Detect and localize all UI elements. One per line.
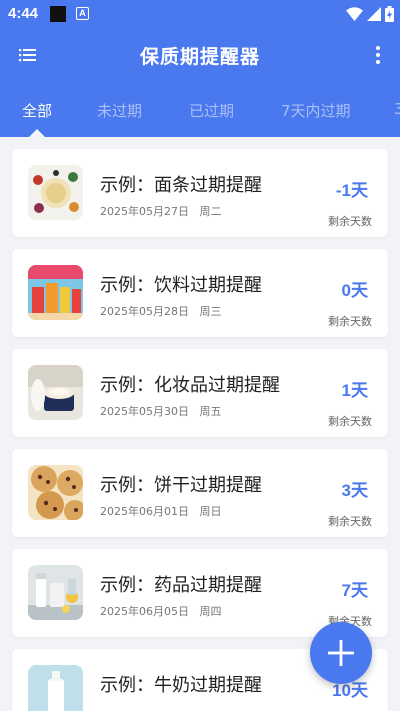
notification-square-icon — [50, 6, 66, 22]
battery-charging-icon — [385, 6, 394, 22]
item-date: 2025年06月01日 周日 — [100, 505, 222, 518]
list-item[interactable]: 示例：面条过期提醒 2025年05月27日 周二 -1天 剩余天数 — [12, 149, 388, 237]
list-item[interactable]: 示例：化妆品过期提醒 2025年05月30日 周五 1天 剩余天数 — [12, 349, 388, 437]
plus-icon — [328, 640, 354, 666]
medicine-image — [28, 565, 83, 620]
days-remaining: 3天 — [341, 481, 368, 500]
app-bar: 保质期提醒器 — [0, 28, 400, 82]
tab-all[interactable]: 全部 — [22, 100, 52, 121]
cosmetics-image — [28, 365, 83, 420]
cellular-signal-icon — [367, 7, 381, 21]
tab-expire-in-7-days[interactable]: 7天内过期 — [281, 100, 351, 121]
days-remaining: 7天 — [341, 581, 368, 600]
item-date: 2025年05月27日 周二 — [100, 205, 222, 218]
app-title: 保质期提醒器 — [139, 46, 260, 68]
add-reminder-button[interactable] — [310, 622, 372, 684]
days-remaining: 0天 — [341, 281, 368, 300]
days-remaining-label: 剩余天数 — [328, 515, 372, 528]
days-remaining-label: 剩余天数 — [328, 215, 372, 228]
tab-bar: 全部 未过期 已过期 7天内过期 3 — [0, 82, 400, 137]
item-title: 示例：面条过期提醒 — [100, 175, 262, 196]
item-title: 示例：化妆品过期提醒 — [100, 375, 280, 396]
list-item[interactable]: 示例：饮料过期提醒 2025年05月28日 周三 0天 剩余天数 — [12, 249, 388, 337]
wifi-icon — [346, 7, 363, 21]
active-tab-indicator — [29, 129, 45, 137]
tab-expired[interactable]: 已过期 — [189, 100, 234, 121]
tab-more[interactable]: 3 — [394, 100, 400, 118]
days-remaining-label: 剩余天数 — [328, 415, 372, 428]
drinks-image — [28, 265, 83, 320]
item-date: 2025年05月30日 周五 — [100, 405, 222, 418]
days-remaining: 1天 — [341, 381, 368, 400]
item-title: 示例：饼干过期提醒 — [100, 475, 262, 496]
item-title: 示例：牛奶过期提醒 — [100, 675, 262, 696]
milk-image — [28, 665, 83, 711]
more-vertical-icon[interactable] — [370, 42, 386, 68]
days-remaining-label: 剩余天数 — [328, 315, 372, 328]
tab-not-expired[interactable]: 未过期 — [97, 100, 142, 121]
item-title: 示例：饮料过期提醒 — [100, 275, 262, 296]
list-item[interactable]: 示例：饼干过期提醒 2025年06月01日 周日 3天 剩余天数 — [12, 449, 388, 537]
days-remaining: -1天 — [335, 181, 368, 200]
status-bar: 4:44 A — [0, 0, 400, 28]
noodles-image — [28, 165, 83, 220]
item-title: 示例：药品过期提醒 — [100, 575, 262, 596]
status-icons — [346, 6, 394, 22]
status-time: 4:44 — [8, 5, 39, 22]
item-date: 2025年06月05日 周四 — [100, 605, 222, 618]
a-app-icon: A — [76, 7, 89, 20]
item-date: 2025年05月28日 周三 — [100, 305, 222, 318]
cookies-image — [28, 465, 83, 520]
